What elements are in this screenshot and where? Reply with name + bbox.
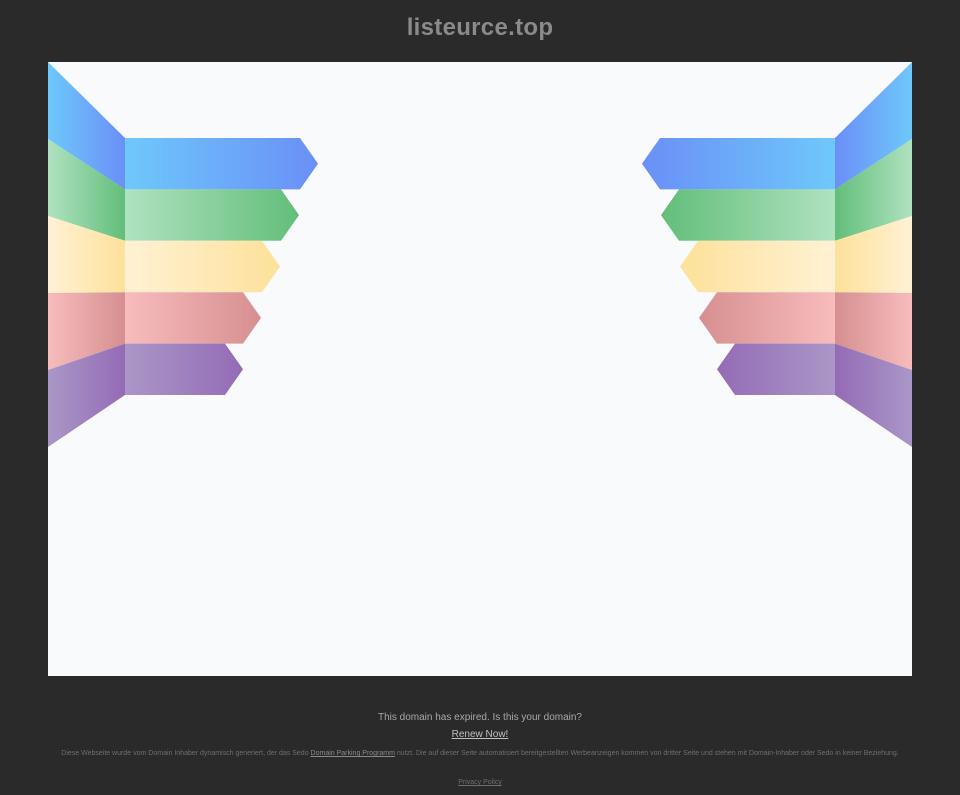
domain-title: listeurce.top: [406, 14, 554, 41]
privacy-wrapper: Privacy Policy: [0, 778, 960, 787]
left-arrow-4: [125, 292, 261, 344]
footer: This domain has expired. Is this your do…: [0, 712, 960, 742]
expired-message: This domain has expired. Is this your do…: [378, 712, 582, 723]
disclaimer-text: Diese Webseite wurde vom Domain Inhaber …: [46, 749, 914, 758]
right-arrow-5: [717, 343, 835, 395]
right-arrow-2: [661, 189, 835, 241]
left-arrow-3: [125, 240, 280, 293]
ribbon-graphic: [48, 62, 912, 447]
page-header: listeurce.top: [0, 0, 960, 60]
domain-banner: [48, 62, 912, 676]
disclaimer-after: nutzt. Die auf dieser Seite automatisier…: [394, 750, 899, 757]
right-arrow-1: [642, 138, 835, 190]
right-arrow-4: [699, 292, 835, 344]
privacy-policy-link[interactable]: Privacy Policy: [458, 779, 502, 786]
left-arrow-5: [125, 343, 243, 395]
renew-now-link[interactable]: Renew Now!: [452, 729, 509, 741]
left-arrow-1: [125, 138, 318, 190]
right-arrow-3: [680, 240, 835, 293]
left-arrow-2: [125, 189, 299, 241]
disclaimer-before: Diese Webseite wurde vom Domain Inhaber …: [61, 750, 311, 757]
domain-parking-link[interactable]: Domain Parking Programm: [311, 750, 395, 757]
